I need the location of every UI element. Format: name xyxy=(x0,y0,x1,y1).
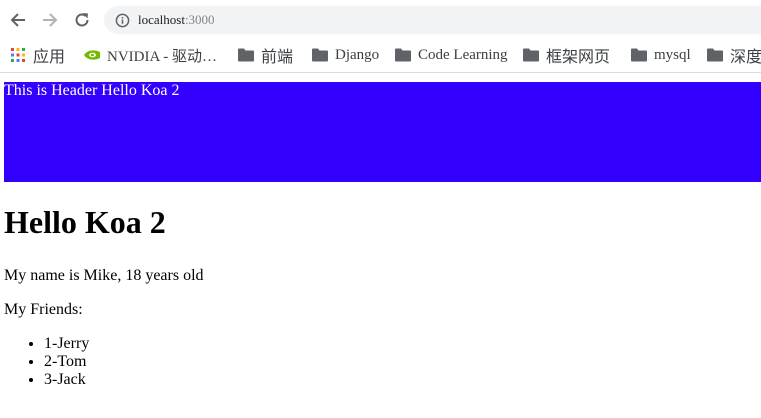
chrome-divider xyxy=(0,72,761,73)
folder-icon xyxy=(631,47,647,63)
bookmark-apps[interactable]: 应用 xyxy=(10,43,65,67)
arrow-left-icon xyxy=(10,13,25,27)
intro-text: My name is Mike, 18 years old xyxy=(4,267,204,284)
browser-toolbar: localhost:3000 xyxy=(0,0,761,40)
bookmark-folder-mysql[interactable]: mysql xyxy=(631,43,691,67)
bookmarks-bar: 应用 NVIDIA - 驱动… 前端 Django Code Learning xyxy=(0,40,761,70)
address-bar[interactable]: localhost:3000 xyxy=(104,6,761,34)
page-title: Hello Koa 2 xyxy=(4,204,166,240)
list-item: 1-Jerry xyxy=(44,335,761,353)
bookmark-label: NVIDIA - 驱动… xyxy=(107,48,217,65)
nvidia-logo-icon xyxy=(84,47,100,63)
list-item: 3-Jack xyxy=(44,371,761,389)
bookmark-label: 应用 xyxy=(33,47,66,66)
bookmark-label: 深度 xyxy=(730,47,761,66)
list-item: 2-Tom xyxy=(44,353,761,371)
reload-icon xyxy=(75,13,89,27)
bookmark-label: mysql xyxy=(654,46,691,63)
bookmark-folder-framework-pages[interactable]: 框架网页 xyxy=(523,43,610,67)
bookmark-label: Code Learning xyxy=(418,46,508,63)
folder-icon xyxy=(707,47,723,63)
url-text[interactable]: localhost:3000 xyxy=(138,12,538,28)
header-text: This is Header Hello Koa 2 xyxy=(4,82,180,99)
bookmark-label: 框架网页 xyxy=(546,47,611,66)
page-header: This is Header Hello Koa 2 xyxy=(4,82,761,182)
friends-label: My Friends: xyxy=(4,301,83,318)
bookmark-folder-django[interactable]: Django xyxy=(312,43,379,67)
folder-icon xyxy=(312,47,328,63)
folder-icon xyxy=(523,47,539,63)
url-host: localhost xyxy=(138,12,185,27)
friends-list: 1-Jerry 2-Tom 3-Jack xyxy=(4,335,761,389)
bookmark-nvidia[interactable]: NVIDIA - 驱动… xyxy=(84,43,217,67)
bookmark-folder-frontend[interactable]: 前端 xyxy=(238,43,293,67)
forward-button[interactable] xyxy=(38,8,62,32)
bookmark-folder-deep[interactable]: 深度 xyxy=(707,43,761,67)
folder-icon xyxy=(395,47,411,63)
bookmark-label: 前端 xyxy=(261,47,294,66)
url-port: :3000 xyxy=(184,12,215,27)
page-content: This is Header Hello Koa 2 Hello Koa 2 M… xyxy=(4,82,761,389)
info-circle-icon[interactable] xyxy=(114,12,130,28)
folder-icon xyxy=(238,47,254,63)
bookmark-label: Django xyxy=(335,46,380,63)
reload-button[interactable] xyxy=(70,8,94,32)
back-button[interactable] xyxy=(6,8,30,32)
arrow-right-icon xyxy=(43,13,58,27)
bookmark-folder-code-learning[interactable]: Code Learning xyxy=(395,43,508,67)
apps-grid-icon xyxy=(10,47,26,63)
